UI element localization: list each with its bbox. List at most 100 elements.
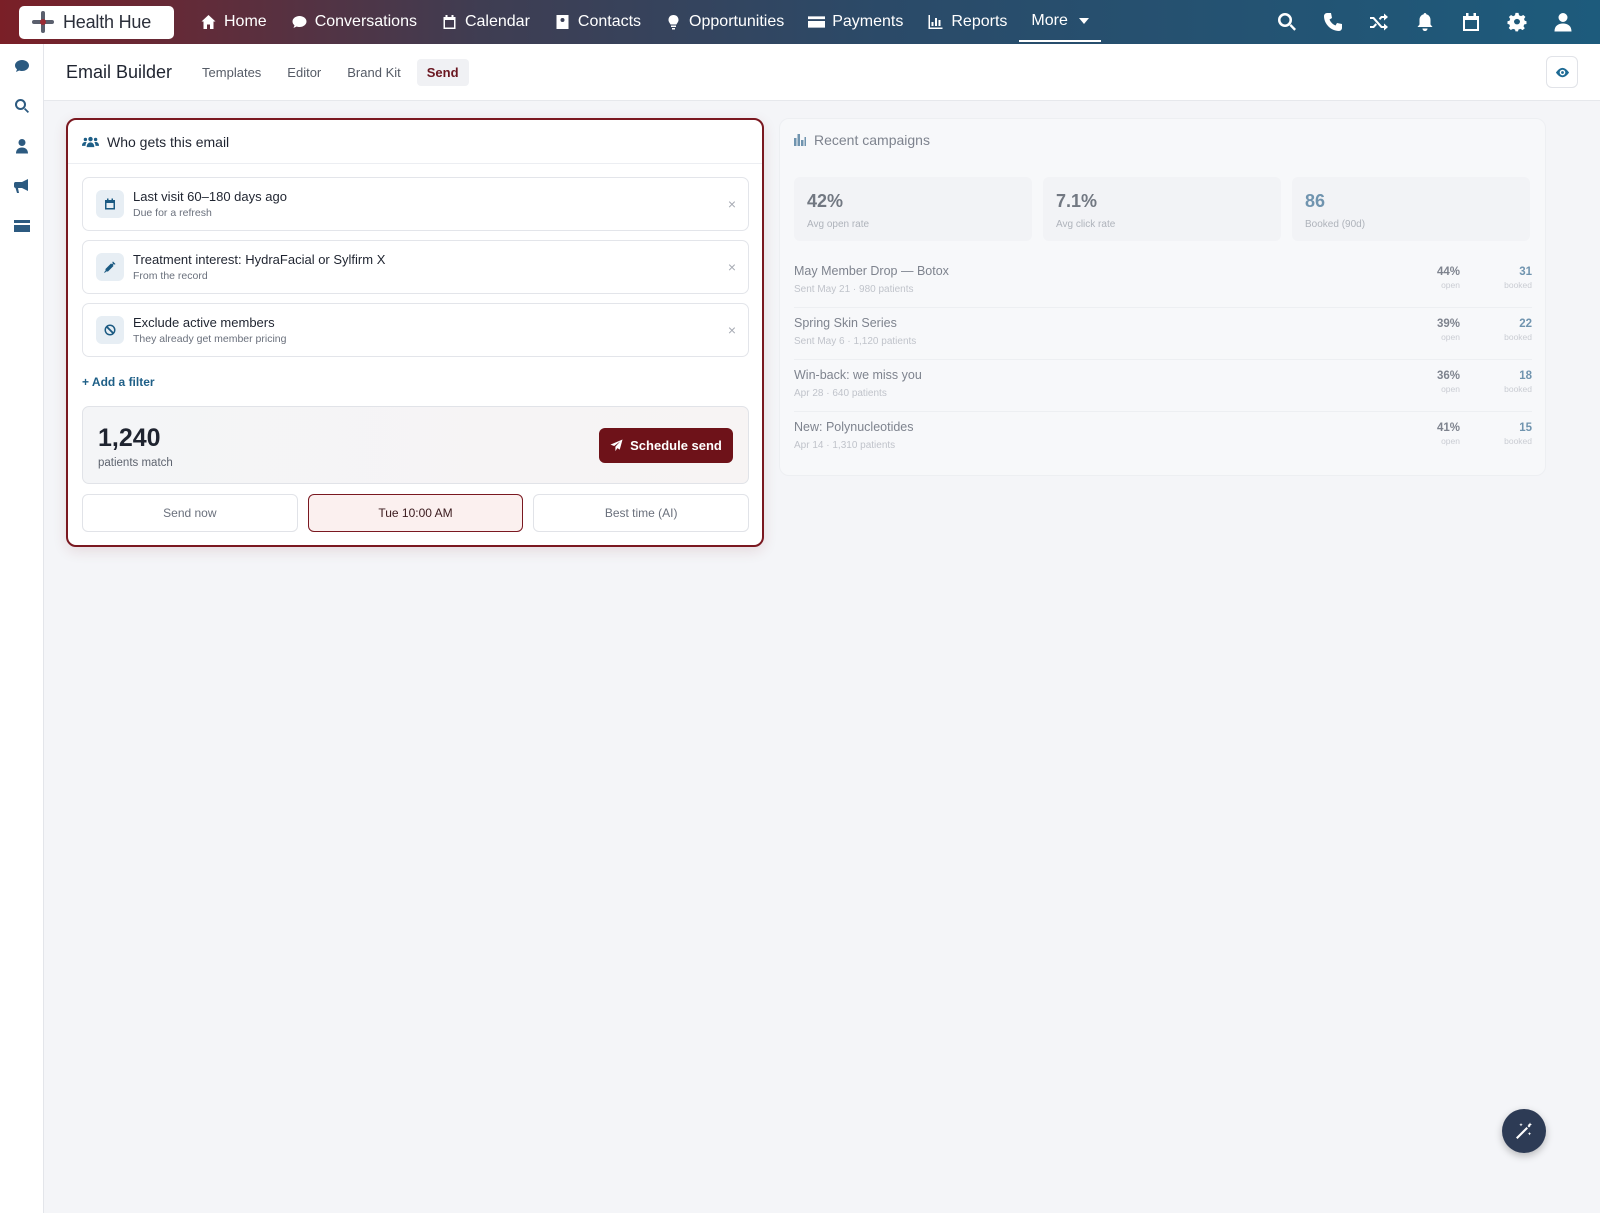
nav-payments[interactable]: Payments [796,0,915,44]
remove-filter-close-icon[interactable]: × [728,196,736,212]
credit-card-icon [14,220,30,232]
search-icon [1278,13,1296,31]
scheduled-time-option[interactable]: Tue 10:00 AM [307,494,524,532]
campaign-meta: Sent May 6 · 1,120 patients [794,336,917,347]
campaign-meta: Apr 28 · 640 patients [794,388,887,399]
campaign-meta: Sent May 21 · 980 patients [794,284,914,295]
syringe-icon [104,261,116,273]
filter-subtext: They already get member pricing [133,333,287,345]
shuffle-button[interactable] [1356,0,1402,44]
booked-label: booked [1504,332,1532,342]
booked-value: 22 [1519,318,1532,330]
nav-more-dropdown[interactable]: More [1019,2,1101,42]
search-button[interactable] [1264,0,1310,44]
rail-conversations[interactable] [0,46,44,86]
remove-filter-close-icon[interactable]: × [728,259,736,275]
audience-card-title: Who gets this email [107,133,230,150]
credit-card-icon [808,16,826,28]
tab-send[interactable]: Send [416,58,469,86]
nav-conversations[interactable]: Conversations [279,0,429,44]
nav-opportunities[interactable]: Opportunities [653,0,796,44]
campaign-meta: Apr 14 · 1,310 patients [794,440,896,451]
send-time-options: Send now Tue 10:00 AM Best time (AI) [82,494,750,532]
match-label: patients match [98,457,173,469]
stat-label: Avg click rate [1056,219,1116,230]
recent-campaigns-card: Recent campaigns 42% Avg open rate 7.1% … [779,118,1546,476]
magic-wand-icon [1516,1122,1532,1139]
campaign-name: Win-back: we miss you [794,368,922,382]
filter-subtext: From the record [133,270,208,282]
calendar-icon [443,15,456,29]
filter-row-last-visit[interactable]: Last visit 60–180 days ago Due for a ref… [82,177,749,231]
open-rate-value: 44% [1436,266,1460,278]
open-rate-label: open [1441,332,1460,342]
user-icon [16,139,28,154]
audience-card: Who gets this email Last visit 60–180 da… [66,118,764,547]
ban-icon [104,324,116,336]
booked-value: 15 [1519,422,1532,434]
ai-assist-button[interactable] [1502,1109,1546,1153]
open-rate-label: open [1441,384,1460,394]
megaphone-icon [14,179,28,193]
match-summary: 1,240 patients match Schedule send [82,406,749,484]
filter-icon-box [96,316,124,344]
calendar-icon [1463,13,1479,31]
nav-home[interactable]: Home [188,0,279,44]
open-rate-value: 41% [1436,422,1460,434]
remove-filter-close-icon[interactable]: × [728,322,736,338]
bar-chart-icon [794,134,806,146]
phone-button[interactable] [1310,0,1356,44]
tab-templates[interactable]: Templates [192,59,271,86]
profile-button[interactable] [1540,0,1586,44]
tab-brand-kit[interactable]: Brand Kit [337,59,410,86]
top-navigation-bar: Health Hue Home Conversations Calendar C… [0,0,1600,44]
notifications-button[interactable] [1402,0,1448,44]
tab-editor[interactable]: Editor [277,59,331,86]
open-rate-value: 39% [1436,318,1460,330]
campaign-name: May Member Drop — Botox [794,264,949,278]
users-icon [82,136,99,147]
campaign-row[interactable]: May Member Drop — Botox Sent May 21 · 98… [794,256,1532,308]
nav-calendar[interactable]: Calendar [429,0,542,44]
filter-icon-box [96,190,124,218]
schedule-send-button[interactable]: Schedule send [599,428,733,463]
nav-conversations-label: Conversations [314,13,417,30]
nav-contacts[interactable]: Contacts [542,0,653,44]
filter-row-treatment-interest[interactable]: Treatment interest: HydraFacial or Sylfi… [82,240,749,294]
home-icon [201,15,216,29]
nav-contacts-label: Contacts [577,13,642,30]
rail-contacts[interactable] [0,126,44,166]
campaign-name: New: Polynucleotides [794,420,914,434]
booked-label: booked [1504,436,1532,446]
chevron-down-icon [1078,18,1089,24]
nav-opportunities-label: Opportunities [689,13,785,30]
nav-reports[interactable]: Reports [915,0,1019,44]
brand-logo[interactable]: Health Hue [19,5,174,39]
calendar-button[interactable] [1448,0,1494,44]
stat-value: 86 [1305,191,1326,211]
booked-label: booked [1504,384,1532,394]
logo-cross-icon [31,10,55,34]
stat-label: Booked (90d) [1305,219,1366,230]
best-time-ai-option[interactable]: Best time (AI) [533,494,750,532]
campaign-row[interactable]: Spring Skin Series Sent May 6 · 1,120 pa… [794,308,1532,360]
filter-row-exclude-members[interactable]: Exclude active members They already get … [82,303,749,357]
send-now-option[interactable]: Send now [82,494,298,532]
rail-campaigns[interactable] [0,166,44,206]
preview-button[interactable] [1546,56,1578,88]
page-title: Email Builder [66,61,173,82]
calendar-icon [105,198,115,210]
eye-icon [1555,67,1569,77]
booked-value: 18 [1519,370,1532,382]
campaign-row[interactable]: New: Polynucleotides Apr 14 · 1,310 pati… [794,412,1532,464]
schedule-send-label: Schedule send [630,438,722,453]
add-filter-link[interactable]: + Add a filter [82,375,155,389]
recent-campaigns-title: Recent campaigns [814,132,930,148]
campaign-row[interactable]: Win-back: we miss you Apr 28 · 640 patie… [794,360,1532,412]
rail-payments[interactable] [0,206,44,246]
phone-icon [1324,13,1342,31]
stat-value: 7.1% [1056,191,1098,211]
rail-search[interactable] [0,86,44,126]
settings-button[interactable] [1494,0,1540,44]
bell-icon [1417,13,1433,31]
